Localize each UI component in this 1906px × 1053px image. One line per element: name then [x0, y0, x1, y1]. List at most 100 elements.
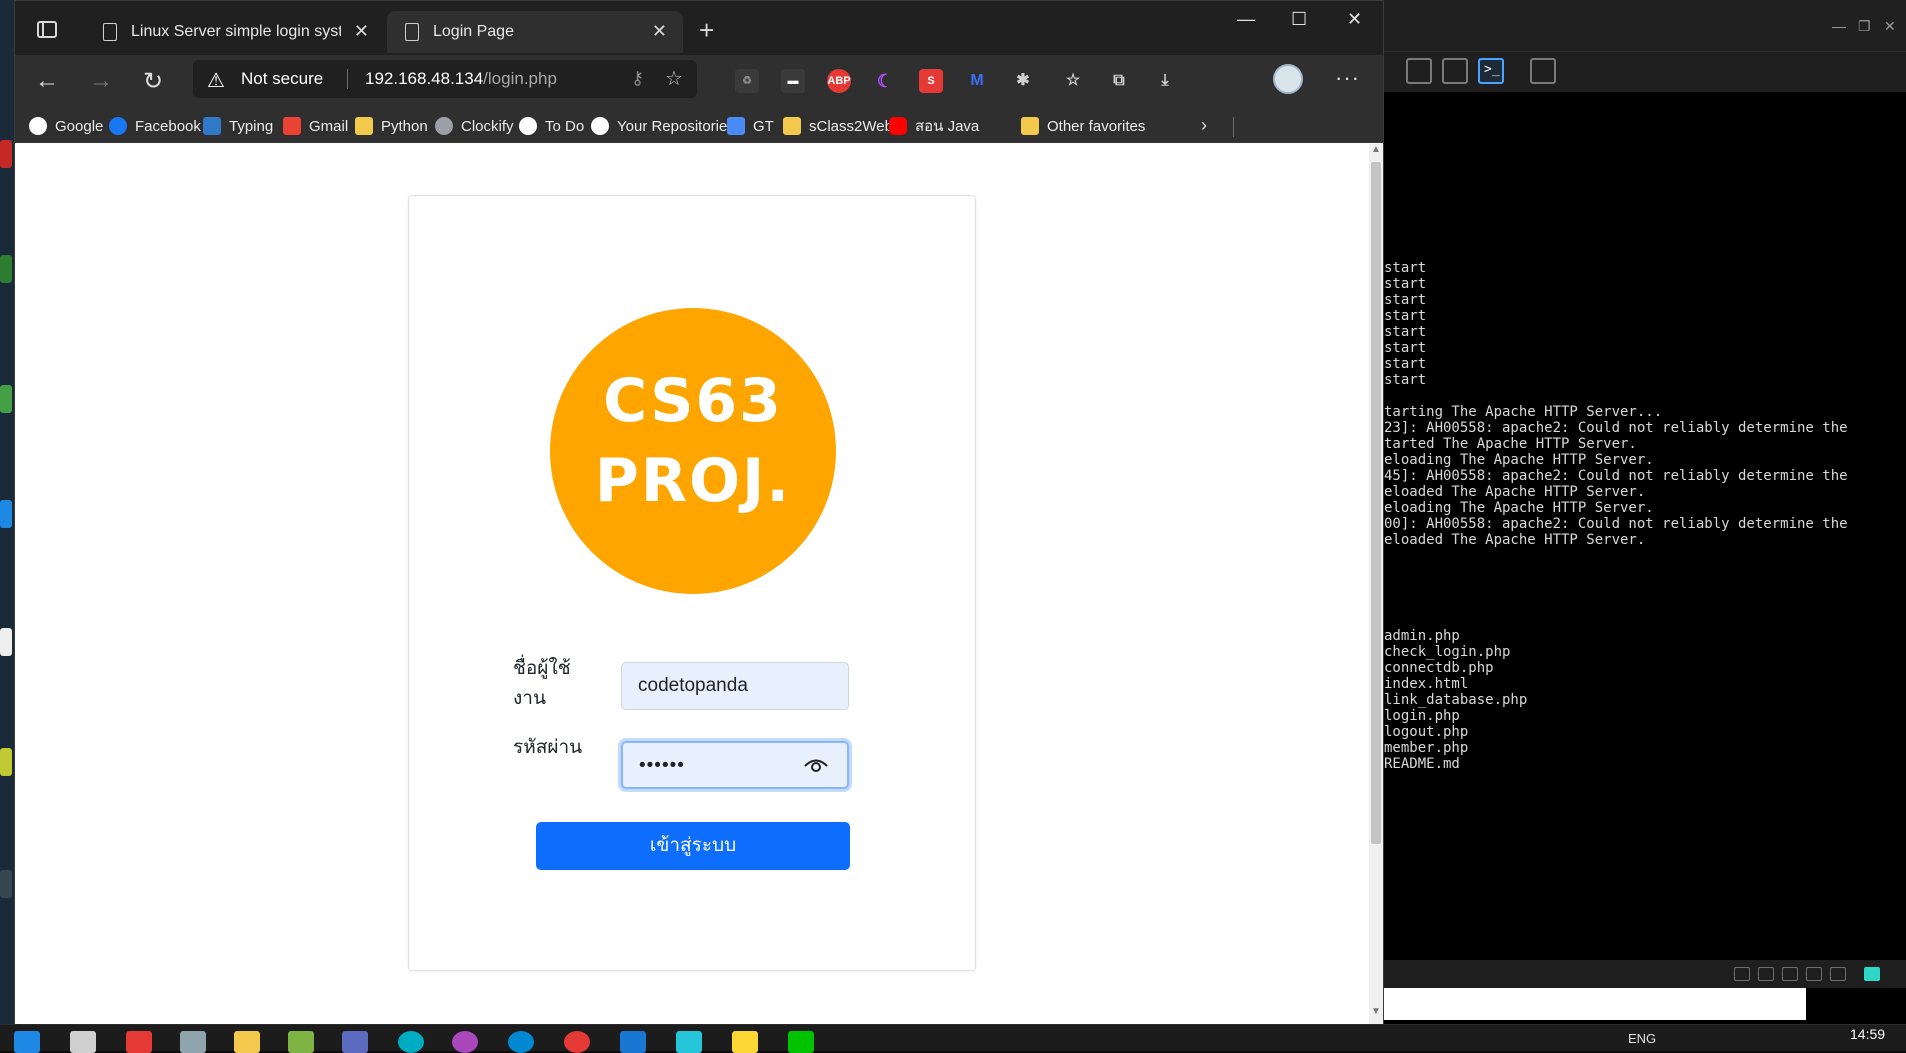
chevron-right-icon[interactable]: › [1201, 115, 1207, 136]
translate-icon [727, 117, 745, 135]
unity-icon[interactable] [1442, 58, 1468, 84]
edge-icon[interactable] [398, 1031, 424, 1053]
terminal-line: start [1384, 372, 1427, 388]
line-icon[interactable] [788, 1031, 814, 1053]
bookmark-gmail[interactable]: Gmail [283, 115, 348, 137]
fullscreen-icon[interactable] [1530, 58, 1556, 84]
desktop-shortcut-icon[interactable] [0, 140, 14, 180]
forward-icon[interactable]: → [89, 67, 113, 95]
address-bar[interactable]: ⚠ Not secure 192.168.48.134/login.php ⚷ … [193, 60, 697, 98]
close-icon[interactable]: ✕ [1884, 18, 1896, 35]
printer-icon[interactable] [1806, 967, 1822, 981]
collections-icon[interactable]: ⧉ [1107, 69, 1131, 93]
scroll-thumb[interactable] [1371, 162, 1381, 844]
extension-recycle-icon[interactable]: ♻ [735, 69, 759, 93]
sound-icon[interactable] [1830, 967, 1846, 981]
bookmark-facebook[interactable]: Facebook [109, 115, 201, 137]
edge-active-icon[interactable] [508, 1031, 534, 1053]
vmware-icon[interactable] [620, 1031, 646, 1053]
extensions-icon[interactable]: ✱ [1011, 69, 1035, 93]
profile-avatar[interactable] [1273, 64, 1303, 94]
close-window-icon[interactable]: ✕ [1347, 9, 1362, 30]
bookmark-typing[interactable]: Typing [203, 115, 273, 137]
google-icon [29, 117, 47, 135]
extension-cast-icon[interactable]: ▬ [781, 69, 805, 93]
taskbar-app-icon[interactable] [732, 1031, 758, 1053]
clock[interactable]: 14:59 [1850, 1026, 1885, 1042]
dark-reader-icon[interactable]: ☾ [873, 69, 897, 93]
favorites-divider [1233, 117, 1234, 137]
minimize-icon[interactable]: — [1237, 9, 1255, 30]
desktop-shortcut-icon[interactable] [0, 870, 14, 910]
taskbar-app-icon[interactable] [70, 1031, 96, 1053]
scroll-down-icon[interactable]: ▼ [1371, 1006, 1381, 1017]
warning-icon[interactable]: ⚠ [207, 68, 225, 93]
store-icon[interactable] [126, 1031, 152, 1053]
new-tab-button[interactable]: + [699, 15, 714, 46]
desktop-shortcut-icon[interactable] [0, 500, 14, 540]
favorites-icon[interactable]: ☆ [1061, 69, 1085, 93]
close-icon[interactable]: ✕ [652, 21, 667, 42]
eye-icon[interactable] [803, 753, 829, 777]
terminal-line: start [1384, 260, 1427, 276]
network-icon[interactable] [1782, 967, 1798, 981]
minimize-icon[interactable]: — [1832, 18, 1846, 34]
desktop-shortcut-icon[interactable] [0, 748, 14, 788]
bookmark-sclass2web[interactable]: sClass2Web [783, 115, 893, 137]
bookmark-clockify[interactable]: Clockify [435, 115, 514, 137]
hdd-icon[interactable] [1734, 967, 1750, 981]
bookmark-other-favorites[interactable]: Other favorites [1021, 115, 1145, 137]
url-text[interactable]: 192.168.48.134/login.php [365, 69, 557, 89]
browser-window: Linux Server simple login system ✕ Login… [14, 0, 1384, 1024]
more-options-icon[interactable]: ··· [1335, 65, 1360, 91]
notepad-icon[interactable] [676, 1031, 702, 1053]
tab-strip: Linux Server simple login system ✕ Login… [15, 1, 1383, 55]
message-icon[interactable] [1864, 967, 1880, 981]
scroll-up-icon[interactable]: ▲ [1371, 144, 1381, 155]
adblock-plus-icon[interactable]: ABP [827, 69, 851, 93]
security-label[interactable]: Not secure [241, 69, 323, 89]
bookmark-java[interactable]: สอน Java [889, 115, 979, 137]
cd-icon[interactable] [1758, 967, 1774, 981]
scrollbar[interactable]: ▲ ▼ [1369, 144, 1383, 1024]
messenger-icon[interactable] [452, 1031, 478, 1053]
close-icon[interactable]: ✕ [354, 21, 369, 42]
username-input[interactable]: codetopanda [621, 662, 849, 710]
refresh-icon[interactable]: ↻ [143, 67, 163, 96]
chrome-icon[interactable] [564, 1031, 590, 1053]
downloads-icon[interactable]: ⤓ [1153, 69, 1177, 93]
language-indicator[interactable]: ENG [1628, 1031, 1656, 1046]
fit-guest-icon[interactable] [1406, 58, 1432, 84]
tab-actions-icon[interactable] [37, 21, 57, 38]
bookmark-gt[interactable]: GT [727, 115, 774, 137]
start-icon[interactable] [14, 1031, 40, 1053]
key-icon[interactable]: ⚷ [631, 68, 644, 89]
desktop-icons-strip [0, 0, 14, 1024]
tab-linux-server[interactable]: Linux Server simple login system ✕ [85, 11, 385, 53]
desktop-shortcut-icon[interactable] [0, 255, 14, 295]
desktop-shortcut-icon[interactable] [0, 628, 14, 668]
bookmark-todo[interactable]: To Do [519, 115, 584, 137]
maximize-icon[interactable]: ☐ [1291, 9, 1307, 30]
tab-login-page[interactable]: Login Page ✕ [387, 11, 683, 53]
page-viewport: CS63 PROJ. ชื่อผู้ใช้งาน codetopanda รหั… [15, 144, 1369, 1024]
clockify-icon [435, 117, 453, 135]
terminal-line: start [1384, 292, 1427, 308]
taskbar-app-icon[interactable] [180, 1031, 206, 1053]
extension-s-icon[interactable]: S [919, 69, 943, 93]
bookmark-your-repositories[interactable]: Your Repositories [591, 115, 735, 137]
url-path: /login.php [483, 69, 557, 88]
bookmark-google[interactable]: Google [29, 115, 103, 137]
bookmark-python[interactable]: Python [355, 115, 428, 137]
login-button[interactable]: เข้าสู่ระบบ [536, 822, 850, 870]
restore-icon[interactable]: ❐ [1858, 18, 1871, 35]
back-icon[interactable]: ← [35, 67, 59, 95]
add-favorite-icon[interactable]: ☆ [665, 66, 683, 91]
file-explorer-icon[interactable] [234, 1031, 260, 1053]
malwarebytes-icon[interactable]: M [965, 69, 989, 93]
console-view-icon[interactable]: >_ [1478, 58, 1504, 84]
desktop-shortcut-icon[interactable] [0, 385, 14, 425]
taskbar-app-icon[interactable] [288, 1031, 314, 1053]
taskbar-app-icon[interactable] [342, 1031, 368, 1053]
terminal-output[interactable]: start start start start start start start start… [1384, 96, 1906, 954]
